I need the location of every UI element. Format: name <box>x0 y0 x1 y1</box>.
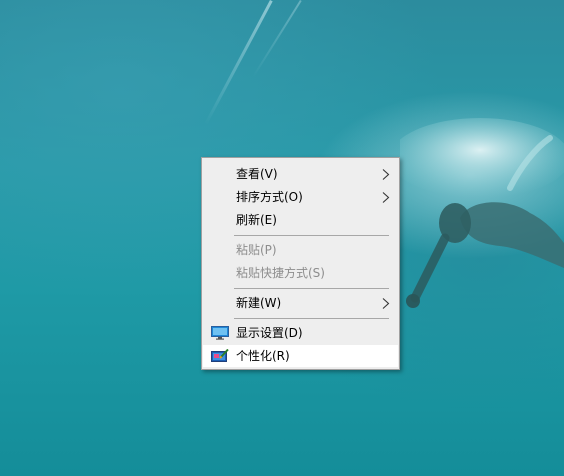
menu-item-display-settings[interactable]: 显示设置(D) <box>203 322 398 344</box>
menu-item-label: 刷新(E) <box>236 213 277 227</box>
menu-item-label: 新建(W) <box>236 296 282 310</box>
monitor-icon <box>211 326 229 340</box>
menu-item-personalize[interactable]: 个性化(R) <box>203 345 398 367</box>
chevron-right-icon <box>382 192 390 203</box>
menu-separator <box>234 318 389 319</box>
menu-item-refresh[interactable]: 刷新(E) <box>203 209 398 231</box>
chevron-right-icon <box>382 298 390 309</box>
menu-item-sort-by[interactable]: 排序方式(O) <box>203 186 398 208</box>
menu-item-view[interactable]: 查看(V) <box>203 163 398 185</box>
menu-separator <box>234 235 389 236</box>
menu-item-label: 粘贴(P) <box>236 243 277 257</box>
light-ray <box>252 0 302 78</box>
menu-item-label: 显示设置(D) <box>236 326 303 340</box>
personalize-icon <box>211 349 229 362</box>
menu-item-paste-shortcut[interactable]: 粘贴快捷方式(S) <box>203 262 398 284</box>
menu-item-label: 排序方式(O) <box>236 190 303 204</box>
desktop-context-menu: 查看(V) 排序方式(O) 刷新(E) 粘贴(P) 粘贴快捷方式(S) 新建(W… <box>201 157 400 370</box>
menu-item-paste[interactable]: 粘贴(P) <box>203 239 398 261</box>
menu-separator <box>234 288 389 289</box>
menu-item-new[interactable]: 新建(W) <box>203 292 398 314</box>
menu-item-label: 查看(V) <box>236 167 278 181</box>
menu-item-label: 个性化(R) <box>236 349 290 363</box>
chevron-right-icon <box>382 169 390 180</box>
menu-item-label: 粘贴快捷方式(S) <box>236 266 325 280</box>
swimmer-image <box>400 118 564 308</box>
